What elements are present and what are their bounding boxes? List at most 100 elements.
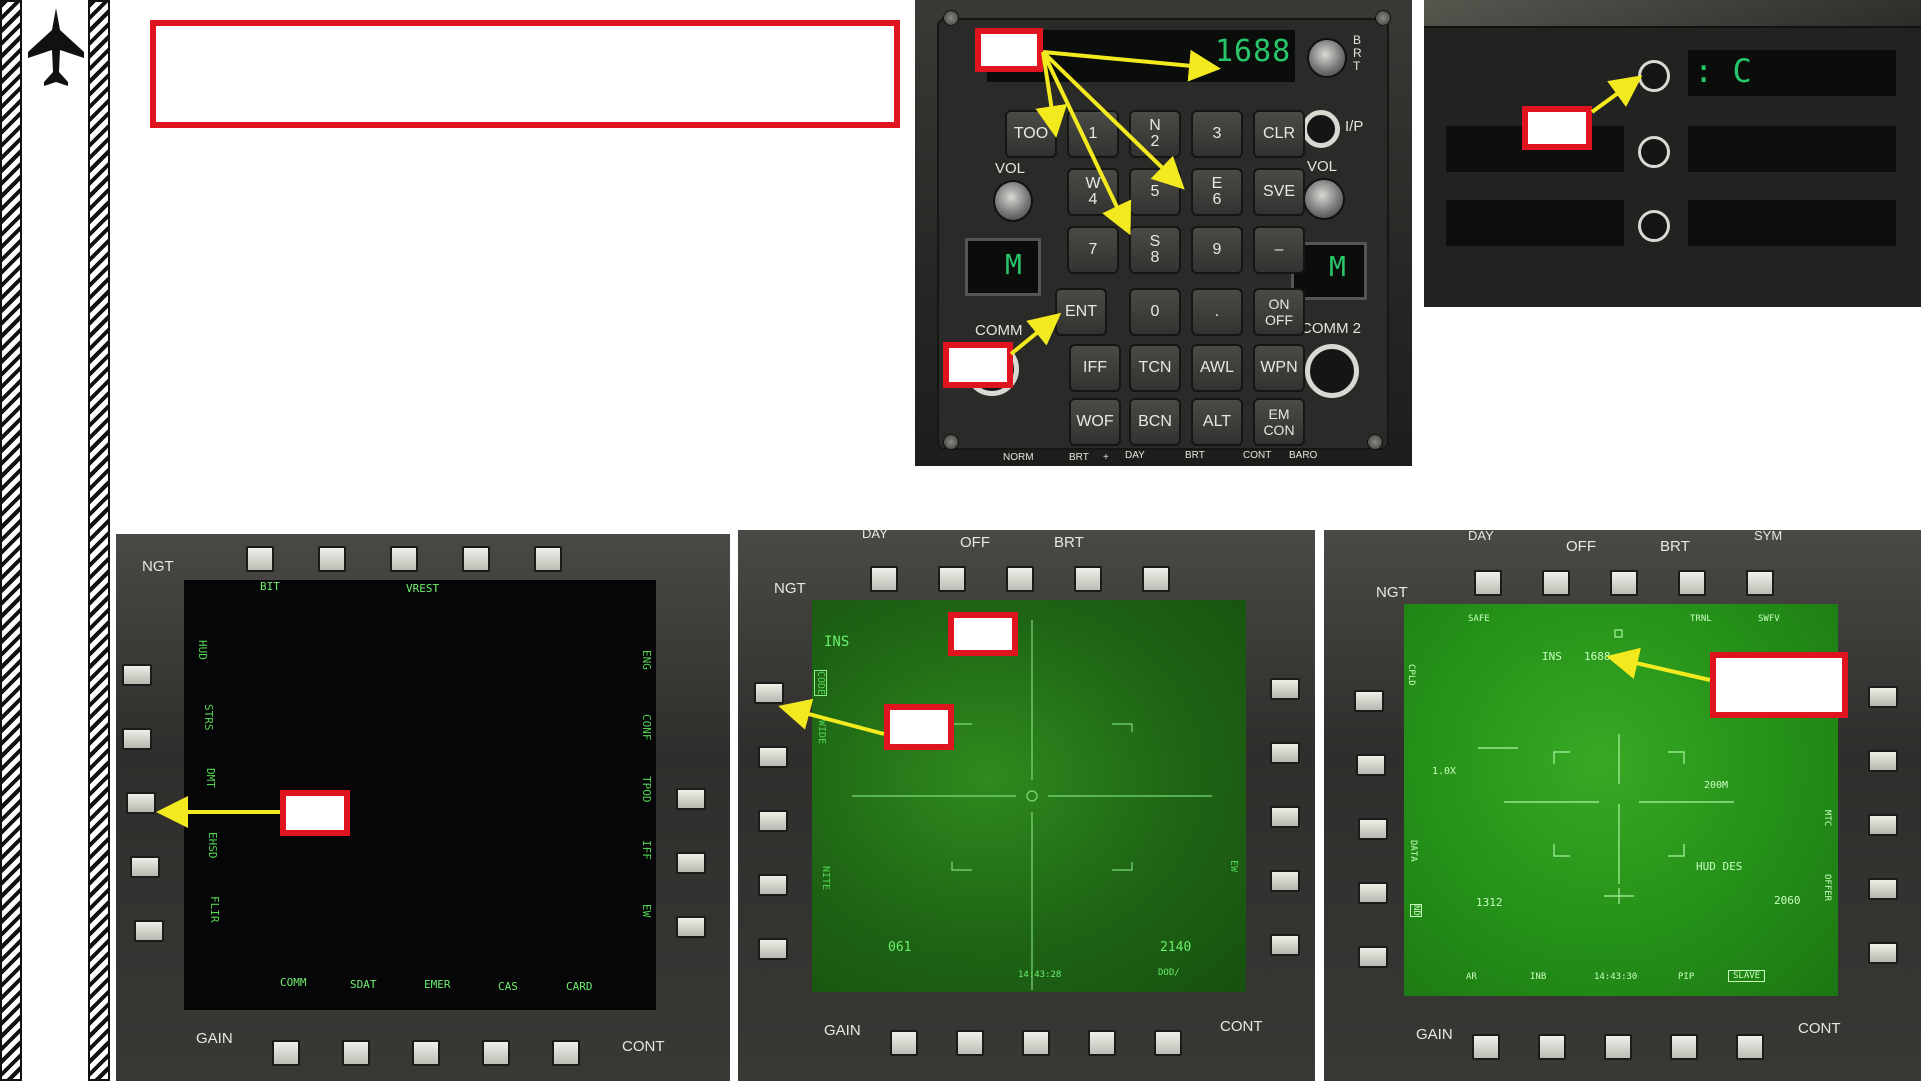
odu-select-button-3[interactable] — [1638, 210, 1670, 242]
right-osb-3[interactable] — [1868, 814, 1898, 836]
bottom-osb-4[interactable] — [1670, 1034, 1698, 1060]
flir-right-num: 2140 — [1160, 940, 1192, 955]
key-tcn[interactable]: TCN — [1129, 344, 1181, 392]
key-4[interactable]: W 4 — [1067, 168, 1119, 216]
left-osb-5[interactable] — [758, 938, 788, 960]
top-osb-5[interactable] — [1746, 570, 1774, 596]
key-8[interactable]: S 8 — [1129, 226, 1181, 274]
bottom-osb-5[interactable] — [1154, 1030, 1182, 1056]
key-7[interactable]: 7 — [1067, 226, 1119, 274]
key-3[interactable]: 3 — [1191, 110, 1243, 158]
key-ent[interactable]: ENT — [1055, 288, 1107, 336]
bottom-osb-5[interactable] — [1736, 1034, 1764, 1060]
key-em-con[interactable]: EM CON — [1253, 398, 1305, 446]
key-2[interactable]: N 2 — [1129, 110, 1181, 158]
right-osb-3[interactable] — [676, 916, 706, 938]
right-osb-1[interactable] — [1270, 678, 1300, 700]
left-osb-2[interactable] — [122, 728, 152, 750]
comm1-channel: M — [1005, 248, 1022, 281]
key-6[interactable]: E 6 — [1191, 168, 1243, 216]
bottom-osb-3[interactable] — [412, 1040, 440, 1066]
bottom-osb-4[interactable] — [482, 1040, 510, 1066]
key-1[interactable]: 1 — [1067, 110, 1119, 158]
key-alt[interactable]: ALT — [1191, 398, 1243, 446]
left-osb-3[interactable] — [1358, 818, 1388, 840]
right-osb-2[interactable] — [1270, 742, 1300, 764]
right-osb-3[interactable] — [1270, 806, 1300, 828]
left-osb-2[interactable] — [1356, 754, 1386, 776]
top-osb-2[interactable] — [938, 566, 966, 592]
right-osb-4[interactable] — [1270, 870, 1300, 892]
key-wpn[interactable]: WPN — [1253, 344, 1305, 392]
key-too[interactable]: TOO — [1005, 110, 1057, 158]
key-5[interactable]: 5 — [1129, 168, 1181, 216]
right-osb-5[interactable] — [1868, 942, 1898, 964]
right-osb-1[interactable] — [1868, 686, 1898, 708]
left-osb-2[interactable] — [758, 746, 788, 768]
left-osb-3[interactable] — [758, 810, 788, 832]
top-osb-1[interactable] — [246, 546, 274, 572]
vol2-knob[interactable] — [1303, 178, 1345, 220]
top-osb-5[interactable] — [1142, 566, 1170, 592]
vol1-knob[interactable] — [993, 180, 1033, 222]
left-osb-5[interactable] — [134, 920, 164, 942]
left-osb-3[interactable] — [126, 792, 156, 814]
right-osb-1[interactable] — [676, 788, 706, 810]
left-osb-1[interactable] — [1354, 690, 1384, 712]
left-osb-1[interactable] — [122, 664, 152, 686]
key-clr[interactable]: CLR — [1253, 110, 1305, 158]
odu-select-button-1[interactable] — [1638, 60, 1670, 92]
key-awl[interactable]: AWL — [1191, 344, 1243, 392]
top-osb-4[interactable] — [462, 546, 490, 572]
top-osb-3[interactable] — [1006, 566, 1034, 592]
key-dash[interactable]: – — [1253, 226, 1305, 274]
top-osb-2[interactable] — [1542, 570, 1570, 596]
comm2-channel-knob[interactable] — [1305, 344, 1359, 398]
odu-select-button-2[interactable] — [1638, 136, 1670, 168]
key-wof[interactable]: WOF — [1069, 398, 1121, 446]
bottom-osb-4[interactable] — [1088, 1030, 1116, 1056]
ins-pip: PIP — [1678, 972, 1695, 982]
top-osb-4[interactable] — [1678, 570, 1706, 596]
ngt-label: NGT — [774, 580, 806, 597]
left-osb-4[interactable] — [758, 874, 788, 896]
top-osb-4[interactable] — [1074, 566, 1102, 592]
key-9[interactable]: 9 — [1191, 226, 1243, 274]
bottom-osb-1[interactable] — [272, 1040, 300, 1066]
bottom-osb-1[interactable] — [890, 1030, 918, 1056]
ins-label: INS — [1542, 650, 1562, 663]
left-osb-1[interactable] — [754, 682, 784, 704]
key-0[interactable]: 0 — [1129, 288, 1181, 336]
brt-knob[interactable] — [1307, 38, 1347, 78]
ins-range: 200M — [1704, 780, 1729, 791]
bottom-osb-2[interactable] — [342, 1040, 370, 1066]
left-osb-4[interactable] — [1358, 882, 1388, 904]
key-iff[interactable]: IFF — [1069, 344, 1121, 392]
flir-left-num: 061 — [888, 940, 912, 955]
bottom-osb-5[interactable] — [552, 1040, 580, 1066]
bottom-osb-2[interactable] — [1538, 1034, 1566, 1060]
bottom-osb-2[interactable] — [956, 1030, 984, 1056]
right-osb-4[interactable] — [1868, 878, 1898, 900]
left-osb-4[interactable] — [130, 856, 160, 878]
key-on-off[interactable]: ON OFF — [1253, 288, 1305, 336]
bottom-osb-3[interactable] — [1022, 1030, 1050, 1056]
top-osb-3[interactable] — [390, 546, 418, 572]
right-osb-2[interactable] — [676, 852, 706, 874]
key-dot[interactable]: . — [1191, 288, 1243, 336]
top-osb-3[interactable] — [1610, 570, 1638, 596]
left-osb-5[interactable] — [1358, 946, 1388, 968]
bottom-osb-1[interactable] — [1472, 1034, 1500, 1060]
top-osb-5[interactable] — [534, 546, 562, 572]
top-osb-1[interactable] — [1474, 570, 1502, 596]
right-osb-2[interactable] — [1868, 750, 1898, 772]
right-osb-5[interactable] — [1270, 934, 1300, 956]
key-sve[interactable]: SVE — [1253, 168, 1305, 216]
title-callout-box — [150, 20, 900, 128]
top-osb-2[interactable] — [318, 546, 346, 572]
bottom-osb-3[interactable] — [1604, 1034, 1632, 1060]
top-osb-1[interactable] — [870, 566, 898, 592]
flir-time: 14:43:28 — [1018, 970, 1062, 980]
key-bcn[interactable]: BCN — [1129, 398, 1181, 446]
ip-button[interactable] — [1302, 110, 1340, 148]
